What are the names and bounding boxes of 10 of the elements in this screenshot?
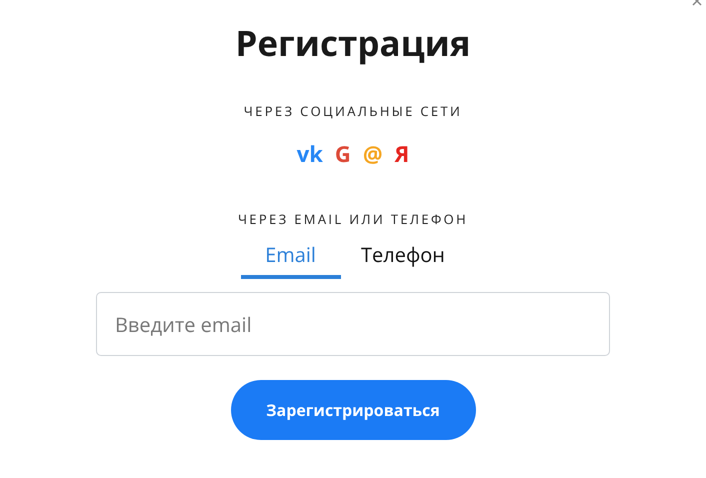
social-login-link[interactable]: G [334,140,351,168]
social-login-link[interactable]: Я [394,140,410,168]
tab[interactable]: Email [240,235,340,279]
section-heading: ЧЕРЕЗ EMAIL ИЛИ ТЕЛЕФОН [238,210,468,229]
tab[interactable]: Телефон [340,235,466,279]
social-login-link[interactable]: vk [296,140,323,168]
section-heading: ЧЕРЕЗ СОЦИАЛЬНЫЕ СЕТИ [244,102,462,122]
email-field[interactable]: Введите email [96,292,610,356]
dialog-title: Регистрация [235,22,471,66]
register-button[interactable]: Зарегистрироваться [230,380,476,440]
